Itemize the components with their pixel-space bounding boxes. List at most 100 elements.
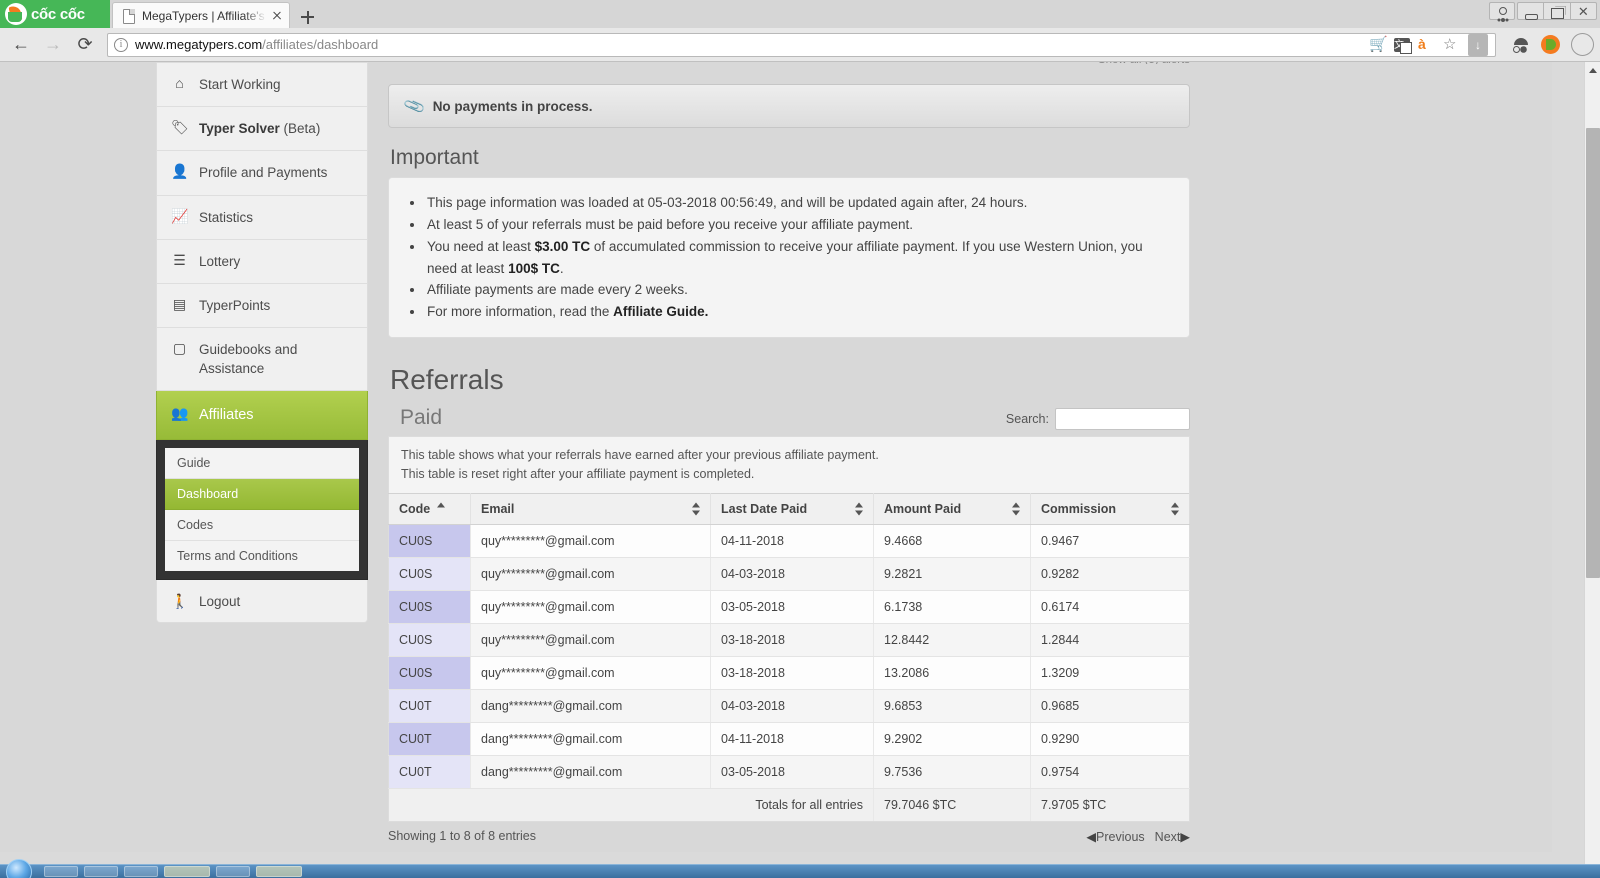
column-header-commission[interactable]: Commission	[1031, 493, 1190, 524]
important-heading: Important	[390, 146, 1190, 170]
site-info-icon[interactable]: i	[114, 38, 128, 52]
sidebar-item-affiliates[interactable]: 👥 Affiliates	[156, 391, 368, 441]
submenu-item-dashboard[interactable]: Dashboard	[165, 479, 359, 510]
download-icon[interactable]: ↓	[1468, 34, 1488, 56]
translate-icon[interactable]	[1394, 38, 1410, 52]
next-page-button[interactable]: Next▶	[1155, 829, 1190, 844]
cell-commission: 0.9290	[1031, 722, 1190, 755]
coccoc-brand-logo[interactable]: cốc cốc	[0, 0, 110, 28]
important-bullet: This page information was loaded at 05-0…	[425, 192, 1171, 214]
referrals-heading: Referrals	[390, 364, 1190, 396]
user-account-button[interactable]	[1489, 2, 1515, 20]
cell-date: 04-11-2018	[711, 722, 874, 755]
cell-date: 03-05-2018	[711, 755, 874, 788]
cell-amount: 9.4668	[874, 524, 1031, 557]
sidebar-item-start-working[interactable]: ⌂ Start Working	[156, 62, 368, 107]
sidebar-item-logout[interactable]: 🚶 Logout	[156, 580, 368, 623]
sidebar-item-lottery[interactable]: ☰ Lottery	[156, 240, 368, 284]
paid-table-footer: Showing 1 to 8 of 8 entries ◀Previous Ne…	[388, 829, 1190, 844]
important-bullet: For more information, read the Affiliate…	[425, 301, 1171, 323]
sidebar-item-label: Affiliates	[199, 405, 254, 426]
important-bullet: Affiliate payments are made every 2 week…	[425, 279, 1171, 301]
paid-entries-info: Showing 1 to 8 of 8 entries	[388, 829, 536, 843]
incognito-icon[interactable]	[1512, 37, 1530, 53]
book-icon: ▢	[171, 340, 188, 356]
coccoc-logo-icon[interactable]	[1541, 35, 1560, 54]
address-bar[interactable]: i www.megatypers.com/affiliates/dashboar…	[107, 33, 1496, 57]
new-tab-button[interactable]	[293, 6, 321, 28]
tab-strip: cốc cốc MegaTypers | Affiliate's Da ✕	[0, 0, 1600, 28]
sidebar-item-typerpoints[interactable]: ▤ TyperPoints	[156, 284, 368, 328]
column-header-email[interactable]: Email	[471, 493, 711, 524]
payment-status-text: No payments in process.	[433, 99, 593, 114]
back-icon[interactable]: ←	[6, 31, 36, 59]
sidebar-item-label: TyperPoints	[199, 296, 270, 315]
cell-commission: 0.6174	[1031, 590, 1190, 623]
table-row[interactable]: CU0S quy*********@gmail.com 03-18-2018 1…	[389, 656, 1190, 689]
submenu-item-terms-and-conditions[interactable]: Terms and Conditions	[165, 541, 359, 571]
paid-search-input[interactable]	[1055, 408, 1190, 430]
page-scrollbar[interactable]	[1584, 62, 1600, 864]
table-header-row: Code Email Last Date Paid Amount Paid Co…	[389, 493, 1190, 524]
cell-code: CU0S	[389, 590, 471, 623]
taskbar-item[interactable]	[256, 866, 302, 877]
paid-table-header: Paid Search:	[388, 406, 1190, 430]
sidebar-item-label: Lottery	[199, 252, 240, 271]
sidebar-item-profile-and-payments[interactable]: 👤 Profile and Payments	[156, 151, 368, 195]
column-header-amount-paid[interactable]: Amount Paid	[874, 493, 1031, 524]
important-panel: This page information was loaded at 05-0…	[388, 177, 1190, 338]
cell-email: quy*********@gmail.com	[471, 590, 711, 623]
taskbar-item[interactable]	[44, 866, 78, 877]
table-row[interactable]: CU0S quy*********@gmail.com 03-05-2018 6…	[389, 590, 1190, 623]
affiliate-guide-link[interactable]: Affiliate Guide.	[613, 304, 708, 319]
restore-button[interactable]	[1544, 3, 1570, 19]
cell-email: dang*********@gmail.com	[471, 755, 711, 788]
cell-email: quy*********@gmail.com	[471, 524, 711, 557]
vietnamese-input-icon[interactable]: à	[1418, 36, 1435, 53]
profile-avatar-icon[interactable]	[1571, 33, 1594, 56]
taskbar-item[interactable]	[84, 866, 118, 877]
sidebar-nav: ⌂ Start Working 🏷 Typer Solver (Beta) 👤 …	[156, 62, 368, 623]
sidebar-item-label: Guidebooks and Assistance	[199, 340, 357, 377]
taskbar-item[interactable]	[164, 866, 210, 877]
bookmark-star-icon[interactable]: ☆	[1443, 36, 1460, 53]
important-bullet: You need at least $3.00 TC of accumulate…	[425, 236, 1171, 280]
forward-icon[interactable]: →	[38, 31, 68, 59]
scrollbar-thumb[interactable]	[1586, 128, 1600, 578]
cell-commission: 0.9754	[1031, 755, 1190, 788]
scroll-up-arrow-icon[interactable]	[1585, 62, 1600, 78]
person-icon: 👤	[171, 163, 188, 179]
cell-date: 03-18-2018	[711, 623, 874, 656]
cell-email: quy*********@gmail.com	[471, 557, 711, 590]
submenu-item-codes[interactable]: Codes	[165, 510, 359, 541]
table-row[interactable]: CU0T dang*********@gmail.com 04-11-2018 …	[389, 722, 1190, 755]
sidebar-item-guidebooks-and-assistance[interactable]: ▢ Guidebooks and Assistance	[156, 328, 368, 390]
previous-page-button[interactable]: ◀Previous	[1086, 829, 1144, 844]
browser-tab[interactable]: MegaTypers | Affiliate's Da	[112, 2, 290, 28]
table-row[interactable]: CU0S quy*********@gmail.com 04-03-2018 9…	[389, 557, 1190, 590]
sidebar-item-statistics[interactable]: 📈 Statistics	[156, 196, 368, 240]
start-button-icon[interactable]	[6, 859, 32, 878]
paid-table: Code Email Last Date Paid Amount Paid Co…	[388, 493, 1190, 822]
cart-icon[interactable]: 🛒	[1369, 36, 1386, 53]
sidebar-item-label: Typer Solver (Beta)	[199, 119, 320, 138]
table-row[interactable]: CU0T dang*********@gmail.com 04-03-2018 …	[389, 689, 1190, 722]
table-row[interactable]: CU0S quy*********@gmail.com 04-11-2018 9…	[389, 524, 1190, 557]
cell-amount: 9.2821	[874, 557, 1031, 590]
tab-close-icon[interactable]	[269, 8, 285, 24]
minimize-button[interactable]	[1518, 3, 1544, 19]
reload-icon[interactable]: ⟳	[70, 31, 100, 59]
taskbar-item[interactable]	[216, 866, 250, 877]
show-all-alerts-link[interactable]: Show all (5) alerts	[1098, 62, 1190, 64]
table-row[interactable]: CU0T dang*********@gmail.com 03-05-2018 …	[389, 755, 1190, 788]
users-icon: 👥	[171, 405, 188, 421]
close-button[interactable]: ✕	[1571, 3, 1596, 19]
column-header-code[interactable]: Code	[389, 493, 471, 524]
cell-email: quy*********@gmail.com	[471, 656, 711, 689]
sidebar-item-typer-solver[interactable]: 🏷 Typer Solver (Beta)	[156, 107, 368, 151]
sidebar-item-label: Start Working	[199, 75, 281, 94]
taskbar-item[interactable]	[124, 866, 158, 877]
table-row[interactable]: CU0S quy*********@gmail.com 03-18-2018 1…	[389, 623, 1190, 656]
submenu-item-guide[interactable]: Guide	[165, 448, 359, 479]
column-header-last-date-paid[interactable]: Last Date Paid	[711, 493, 874, 524]
